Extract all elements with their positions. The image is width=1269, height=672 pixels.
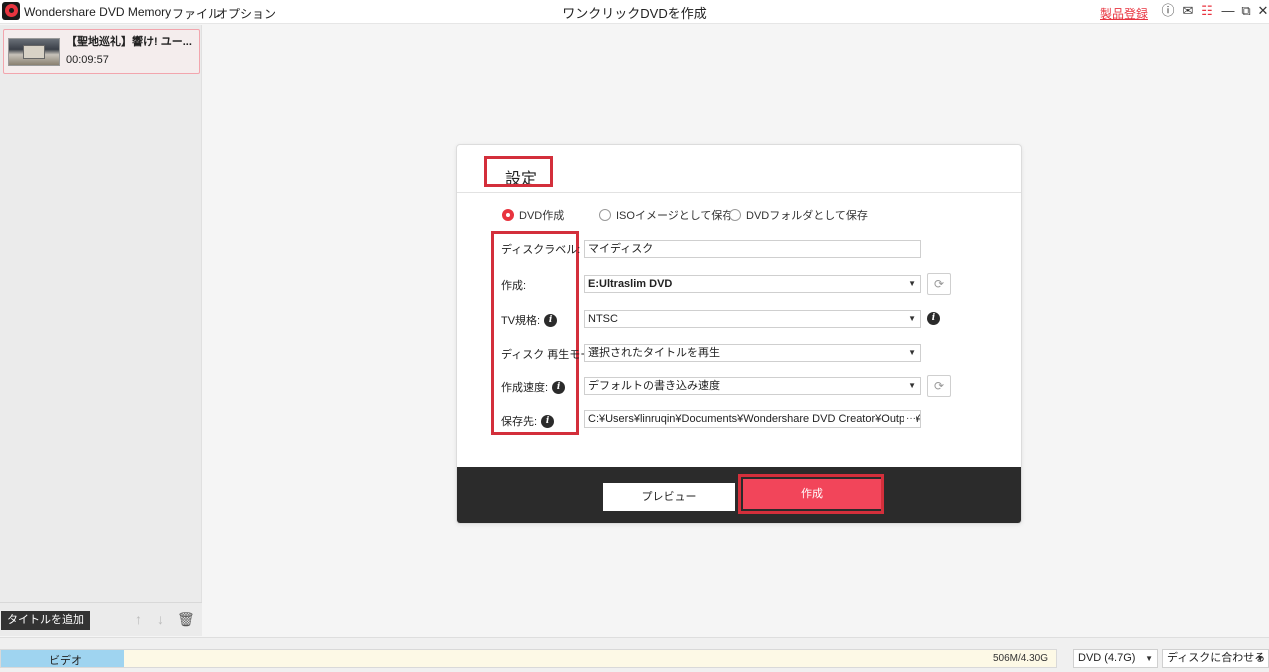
dialog-header: 設定 <box>457 145 1021 193</box>
capacity-text: 506M/4.30G <box>992 653 1048 664</box>
radio-save-iso[interactable]: ISOイメージとして保存 <box>599 207 733 223</box>
chevron-down-icon: ▼ <box>908 348 916 357</box>
select-value: ディスクに合わせる <box>1167 652 1266 664</box>
chevron-down-icon: ▼ <box>908 314 916 323</box>
menu-file[interactable]: ファイル <box>172 5 220 22</box>
info-icon[interactable]: i <box>927 312 940 325</box>
chevron-down-icon: ▼ <box>1145 654 1153 663</box>
radio-label: ISOイメージとして保存 <box>616 210 734 222</box>
radio-unselected-icon <box>729 209 741 221</box>
tv-standard-select[interactable]: NTSC ▼ <box>584 310 921 328</box>
create-button[interactable]: 作成 <box>743 479 881 509</box>
radio-dvd-create[interactable]: DVD作成 <box>502 207 564 223</box>
select-value: E:Ultraslim DVD <box>588 278 673 290</box>
move-down-icon[interactable]: ↓ <box>157 611 164 627</box>
chevron-down-icon: ▼ <box>908 279 916 288</box>
info-icon[interactable]: i <box>544 313 558 327</box>
video-item[interactable]: 【聖地巡礼】響け! ユー... 00:09:57 <box>3 29 200 74</box>
burn-speed-label: 作成速度: i <box>501 379 566 395</box>
disc-type-select[interactable]: DVD (4.7G) ▼ <box>1073 649 1158 668</box>
select-value: NTSC <box>588 313 618 325</box>
label-text: 作成速度: <box>501 382 549 394</box>
radio-label: DVD作成 <box>519 210 565 222</box>
browse-more-icon[interactable]: ··· <box>904 411 916 427</box>
move-up-icon[interactable]: ↑ <box>135 611 142 627</box>
radio-save-dvd-folder[interactable]: DVDフォルダとして保存 <box>729 207 868 223</box>
refresh-burner-button[interactable]: ⟳ <box>927 273 951 295</box>
cart-icon[interactable]: ☷ <box>1199 2 1215 20</box>
label-text: 作成: <box>501 280 527 292</box>
minimize-icon[interactable]: — <box>1220 2 1236 20</box>
label-text: TV規格: <box>501 315 541 327</box>
settings-dialog: 設定 DVD作成 ISOイメージとして保存 DVDフォルダとして保存 ディスクラ… <box>456 144 1022 524</box>
capacity-bar: ビデオ 506M/4.30G <box>0 649 1057 668</box>
status-bar: ビデオ 506M/4.30G DVD (4.7G) ▼ ディスクに合わせる ▼ <box>0 637 1269 672</box>
disc-label-label: ディスクラベル: i <box>501 241 598 257</box>
save-path-label: 保存先: i <box>501 413 555 429</box>
burner-label: 作成: <box>501 277 526 293</box>
title-list-sidebar: 【聖地巡礼】響け! ユー... 00:09:57 タイトルを追加 ↑ ↓ 🗑 <box>0 25 202 636</box>
feedback-icon[interactable]: ✉ <box>1180 2 1196 20</box>
app-name: Wondershare DVD Memory <box>24 5 172 19</box>
refresh-speed-button[interactable]: ⟳ <box>927 375 951 397</box>
add-title-button[interactable]: タイトルを追加 <box>1 611 90 630</box>
trash-icon[interactable]: 🗑 <box>177 611 195 628</box>
register-link[interactable]: 製品登録 <box>1100 5 1148 22</box>
info-icon[interactable]: i <box>552 380 566 394</box>
capacity-label: ビデオ <box>49 655 82 667</box>
restore-icon[interactable]: ⧉ <box>1238 2 1254 20</box>
burn-speed-select[interactable]: デフォルトの書き込み速度 ▼ <box>584 377 921 395</box>
tv-standard-label: TV規格: i <box>501 312 558 328</box>
title-bar: Wondershare DVD Memory ファイル オプション ワンクリック… <box>0 0 1269 24</box>
select-value: デフォルトの書き込み速度 <box>588 380 720 392</box>
radio-label: DVDフォルダとして保存 <box>746 210 868 222</box>
dialog-footer: プレビュー 作成 <box>457 467 1021 523</box>
video-duration: 00:09:57 <box>66 54 109 66</box>
select-value: DVD (4.7G) <box>1078 652 1136 664</box>
sidebar-toolbar: タイトルを追加 ↑ ↓ 🗑 <box>0 602 202 636</box>
burner-select[interactable]: E:Ultraslim DVD ▼ <box>584 275 921 293</box>
label-text: ディスクラベル: <box>501 244 581 256</box>
video-title: 【聖地巡礼】響け! ユー... <box>66 36 192 48</box>
chevron-down-icon: ▼ <box>1256 654 1264 663</box>
help-icon[interactable]: ⓘ <box>1160 2 1176 20</box>
path-value: C:¥Users¥linruqin¥Documents¥Wondershare … <box>588 413 921 425</box>
preview-button[interactable]: プレビュー <box>603 483 735 511</box>
app-logo-icon <box>2 2 20 20</box>
label-text: 保存先: <box>501 416 538 428</box>
chevron-down-icon: ▼ <box>908 381 916 390</box>
dialog-title: 設定 <box>505 171 538 188</box>
close-icon[interactable]: ✕ <box>1255 2 1269 20</box>
save-path-input[interactable]: C:¥Users¥linruqin¥Documents¥Wondershare … <box>584 410 921 428</box>
video-thumbnail <box>8 38 60 66</box>
radio-selected-icon <box>502 209 514 221</box>
info-icon[interactable]: i <box>541 414 555 428</box>
highlight-box-labels <box>491 231 579 435</box>
fit-mode-select[interactable]: ディスクに合わせる ▼ <box>1162 649 1269 668</box>
radio-unselected-icon <box>599 209 611 221</box>
playback-mode-select[interactable]: 選択されたタイトルを再生 ▼ <box>584 344 921 362</box>
disc-label-input[interactable]: マイディスク <box>584 240 921 258</box>
menu-options[interactable]: オプション <box>216 5 276 22</box>
select-value: 選択されたタイトルを再生 <box>588 347 720 359</box>
